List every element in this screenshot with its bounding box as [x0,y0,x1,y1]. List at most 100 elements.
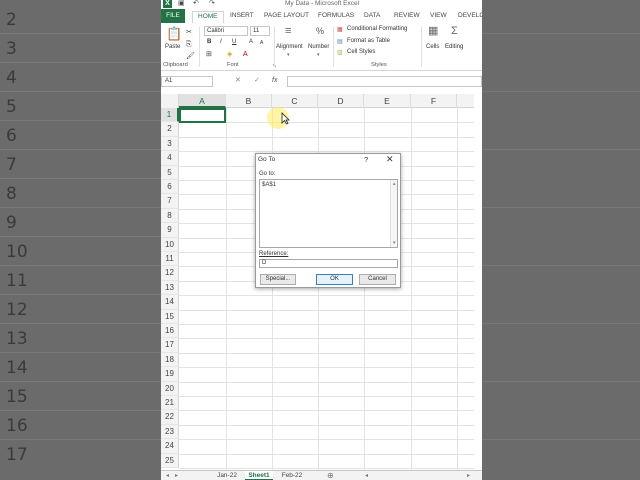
undo-icon[interactable]: ↶ [193,0,199,8]
row-header-19[interactable]: 19 [161,367,179,382]
save-icon[interactable]: ▣ [178,0,185,8]
row-header-15[interactable]: 15 [161,309,179,324]
bold-button[interactable]: B [207,39,211,45]
help-button[interactable]: ? [364,155,368,164]
row-header-6[interactable]: 6 [161,180,179,195]
row-header-3[interactable]: 3 [161,136,179,152]
cell-styles-button[interactable]: Cell Styles [347,49,375,55]
horizontal-scroll-left-icon[interactable]: ◂ [365,471,368,480]
conditional-formatting-button[interactable]: Conditional Formatting [347,26,407,32]
horizontal-scroll-right-icon[interactable]: ▸ [467,471,470,480]
scroll-down-icon[interactable]: ▼ [392,240,396,245]
ok-button[interactable]: OK [316,274,353,285]
tab-data[interactable]: DATA [364,11,380,21]
column-header-a[interactable]: A [179,94,226,108]
column-header-d[interactable]: D [318,94,364,108]
column-header-f[interactable]: F [411,94,457,108]
row-header-7[interactable]: 7 [161,194,179,209]
paste-button-label[interactable]: Paste [165,44,180,50]
cancel-button[interactable]: Cancel [359,274,396,285]
name-box[interactable]: A1 [161,76,213,87]
sheet-tab-jan-22[interactable]: Jan-22 [211,471,243,480]
row-header-8[interactable]: 8 [161,208,179,224]
row-header-22[interactable]: 22 [161,410,179,425]
tab-view[interactable]: VIEW [430,11,447,21]
copy-icon[interactable]: ⎘ [186,40,192,49]
tab-formulas[interactable]: FORMULAS [318,11,354,21]
column-header-b[interactable]: B [226,94,272,108]
paste-icon[interactable]: 📋 [166,27,182,41]
column-header-c[interactable]: C [272,94,318,108]
grow-font-button[interactable]: A [249,39,253,45]
alignment-dropdown-icon[interactable]: ▾ [287,52,290,58]
cells-icon[interactable]: ▦ [428,26,438,37]
row-header-12[interactable]: 12 [161,266,179,281]
format-painter-icon[interactable]: 🖌 [186,52,195,61]
row-header-24[interactable]: 24 [161,439,179,454]
insert-function-icon[interactable]: fx [272,76,277,86]
vertical-scrollbar[interactable] [474,94,482,470]
close-icon[interactable]: ✕ [386,154,394,165]
reference-input[interactable]: D [259,259,398,268]
row-header-13[interactable]: 13 [161,280,179,296]
number-button-label[interactable]: Number [308,44,329,50]
row-header-10[interactable]: 10 [161,237,179,252]
row-header-16[interactable]: 16 [161,324,179,339]
row-header-25[interactable]: 25 [161,453,179,468]
format-as-table-icon[interactable]: ▤ [337,38,343,47]
conditional-formatting-icon[interactable]: ▦ [337,26,343,35]
tab-review[interactable]: REVIEW [394,11,420,21]
font-color-icon[interactable]: A [243,50,248,59]
tab-file[interactable]: FILE [161,9,185,23]
sheet-tab-feb-22[interactable]: Feb-22 [277,471,307,480]
cancel-entry-icon[interactable]: ✕ [235,76,241,86]
add-sheet-icon[interactable]: ⊕ [327,471,334,480]
number-dropdown-icon[interactable]: ▾ [317,52,320,58]
row-header-20[interactable]: 20 [161,381,179,396]
column-header-e[interactable]: E [364,94,411,108]
select-all-corner[interactable] [161,94,179,108]
row-header-11[interactable]: 11 [161,252,179,267]
tab-insert[interactable]: INSERT [230,11,254,21]
alignment-icon[interactable]: ≡ [285,26,291,37]
shrink-font-button[interactable]: A [260,40,263,46]
row-header-21[interactable]: 21 [161,396,179,411]
sheet-scroll-right-icon[interactable]: ▸ [175,471,178,480]
sheet-tab-sheet1[interactable]: Sheet1 [245,471,273,480]
tab-home[interactable]: HOME [192,11,224,23]
font-size-select[interactable]: 11 [250,26,270,36]
row-header-5[interactable]: 5 [161,165,179,180]
alignment-button-label[interactable]: Alignment [276,44,303,50]
row-header-23[interactable]: 23 [161,424,179,440]
row-header-2[interactable]: 2 [161,122,179,137]
confirm-entry-icon[interactable]: ✓ [254,76,260,86]
row-header-14[interactable]: 14 [161,295,179,310]
list-item[interactable]: $A$1 [262,182,276,188]
tab-page-layout[interactable]: PAGE LAYOUT [264,11,309,21]
cell-styles-icon[interactable]: ▥ [337,49,343,58]
redo-icon[interactable]: ↷ [209,0,215,8]
row-header-9[interactable]: 9 [161,223,179,238]
row-header-17[interactable]: 17 [161,338,179,353]
italic-button[interactable]: I [220,39,222,45]
font-name-select[interactable]: Calibri [204,26,248,36]
row-header-18[interactable]: 18 [161,352,179,368]
editing-button-label[interactable]: Editing [445,44,463,50]
fill-color-icon[interactable]: ◈ [227,50,232,59]
go-to-list[interactable]: $A$1 ▲ ▼ [259,179,398,248]
format-as-table-button[interactable]: Format as Table [347,38,390,44]
scroll-up-icon[interactable]: ▲ [392,181,396,186]
row-header-1[interactable]: 1 [161,108,179,123]
row-header-4[interactable]: 4 [161,151,179,166]
active-cell-a1[interactable] [179,108,226,123]
formula-input[interactable] [287,76,482,87]
cut-icon[interactable]: ✂ [186,28,192,37]
borders-icon[interactable]: ⊞ [206,50,212,59]
number-format-icon[interactable]: % [316,27,324,36]
tab-developer[interactable]: DEVELO [458,11,482,21]
special-button[interactable]: Special... [260,274,296,285]
cells-button-label[interactable]: Cells [426,44,439,50]
editing-icon[interactable]: Σ [451,26,458,37]
underline-button[interactable]: U [232,39,236,45]
list-scrollbar[interactable]: ▲ ▼ [390,180,397,247]
